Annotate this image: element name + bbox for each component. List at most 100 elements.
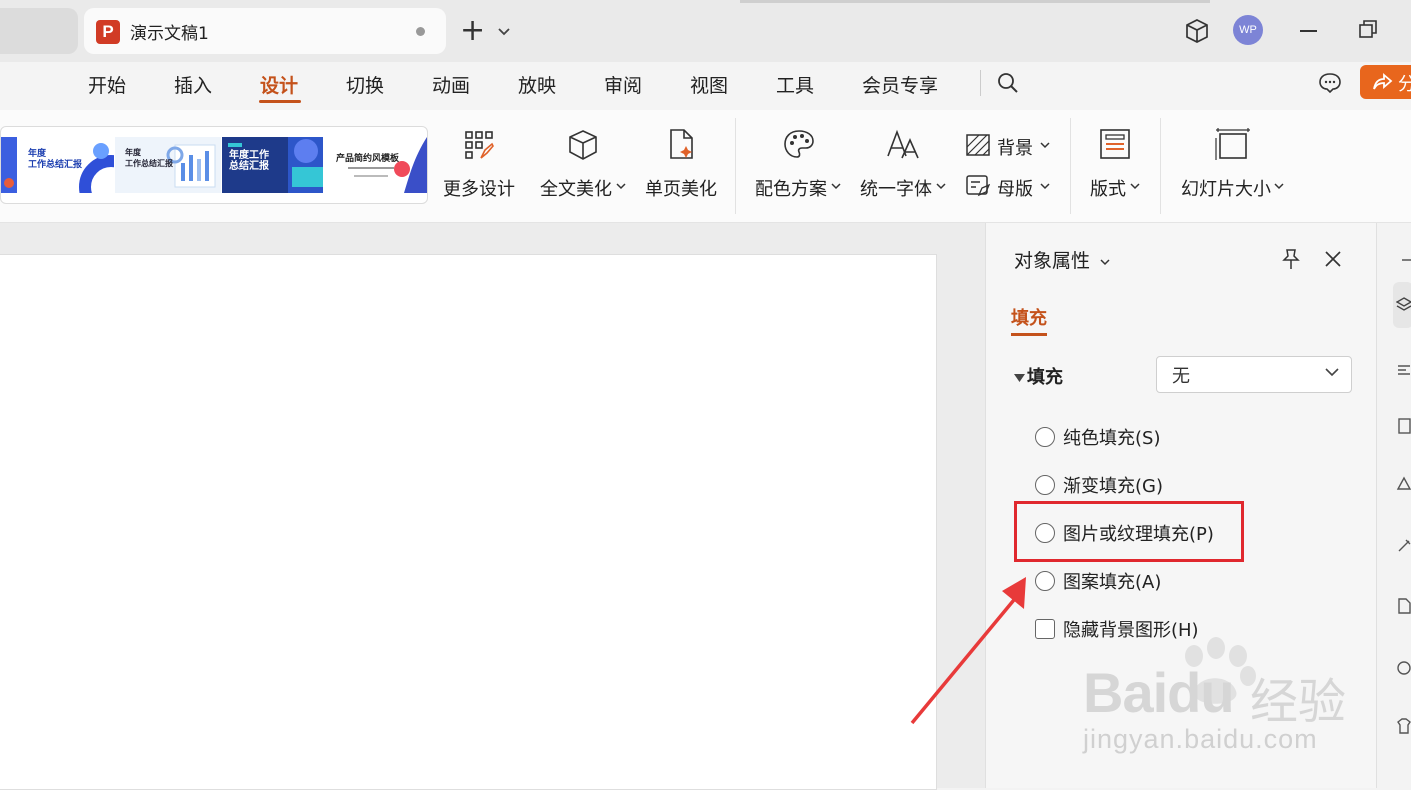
side-page-icon[interactable] xyxy=(1396,598,1411,614)
comment-icon[interactable] xyxy=(1318,72,1342,94)
menu-tools[interactable]: 工具 xyxy=(776,71,814,98)
menu-view[interactable]: 视图 xyxy=(690,71,728,98)
full-beautify-chevron-icon[interactable] xyxy=(616,182,626,190)
watermark-cn-text: 经验 xyxy=(1250,674,1347,730)
pattern-fill-label[interactable]: 图案填充(A) xyxy=(1063,568,1161,594)
unify-font-label[interactable]: 统一字体 xyxy=(860,175,932,201)
menu-slideshow[interactable]: 放映 xyxy=(518,71,556,98)
unsaved-dot-icon[interactable] xyxy=(416,27,425,36)
panel-title[interactable]: 对象属性 xyxy=(1014,246,1110,273)
radio-gradient-fill[interactable] xyxy=(1035,475,1055,495)
more-design-icon[interactable] xyxy=(463,129,495,161)
color-scheme-chevron-icon[interactable] xyxy=(831,182,841,190)
presentation-app-icon: P xyxy=(96,20,120,44)
background-chevron-icon[interactable] xyxy=(1040,141,1050,149)
solid-fill-label[interactable]: 纯色填充(S) xyxy=(1063,424,1160,450)
master-icon[interactable] xyxy=(966,175,990,197)
minimize-icon[interactable] xyxy=(1300,30,1317,32)
menu-animation[interactable]: 动画 xyxy=(432,71,470,98)
gradient-fill-label[interactable]: 渐变填充(G) xyxy=(1063,472,1163,498)
template-gallery: 年度 工作总结汇报 年度 工作总结汇报 年度工作 总结汇报 产品简约风模板 xyxy=(0,126,428,204)
more-design-label[interactable]: 更多设计 xyxy=(443,175,515,201)
select-chevron-down-icon xyxy=(1325,368,1339,377)
side-properties-icon[interactable] xyxy=(1396,297,1411,313)
fill-section-label: 填充 xyxy=(1027,367,1063,388)
single-beautify-label[interactable]: 单页美化 xyxy=(645,175,717,201)
panel-title-chevron-icon xyxy=(1100,258,1110,265)
template-2-line1: 年度 xyxy=(125,148,141,157)
menu-start[interactable]: 开始 xyxy=(88,71,126,98)
side-collapse-icon[interactable] xyxy=(1396,252,1411,268)
palette-icon[interactable] xyxy=(782,128,816,160)
menu-separator xyxy=(980,70,981,96)
template-thumb-4[interactable]: 产品简约风模板 xyxy=(324,137,427,193)
panel-title-label: 对象属性 xyxy=(1014,250,1091,272)
search-icon[interactable] xyxy=(996,71,1020,95)
user-avatar[interactable]: WP xyxy=(1233,15,1263,45)
fill-type-select-value: 无 xyxy=(1172,366,1190,387)
collapse-triangle-icon xyxy=(1014,374,1025,382)
full-beautify-icon[interactable] xyxy=(567,128,599,162)
template-thumb-3[interactable]: 年度工作 总结汇报 xyxy=(222,137,323,193)
slide-size-icon[interactable] xyxy=(1215,128,1251,162)
pin-icon[interactable] xyxy=(1281,248,1301,270)
side-clock-icon[interactable] xyxy=(1396,660,1411,676)
template-3-line1: 年度工作 xyxy=(229,150,269,161)
template-1-line2: 工作总结汇报 xyxy=(28,160,83,170)
share-button[interactable]: 分 xyxy=(1360,65,1411,99)
tab-fill-underline xyxy=(1011,333,1047,336)
background-label[interactable]: 背景 xyxy=(997,134,1033,160)
share-icon xyxy=(1373,73,1393,90)
side-doc-icon[interactable] xyxy=(1396,418,1411,434)
slide-size-label[interactable]: 幻灯片大小 xyxy=(1181,175,1271,201)
new-tab-plus-icon[interactable]: + xyxy=(460,14,485,48)
color-scheme-label[interactable]: 配色方案 xyxy=(755,175,827,201)
master-chevron-icon[interactable] xyxy=(1040,182,1050,190)
cube-icon[interactable] xyxy=(1184,18,1210,44)
template-4-line1: 产品简约风模板 xyxy=(336,154,400,164)
restore-window-icon[interactable] xyxy=(1358,19,1378,39)
radio-solid-fill[interactable] xyxy=(1035,427,1055,447)
master-label[interactable]: 母版 xyxy=(997,175,1033,201)
tab-fill[interactable]: 填充 xyxy=(1011,304,1047,330)
layout-label[interactable]: 版式 xyxy=(1090,175,1126,201)
share-button-label: 分 xyxy=(1398,74,1411,95)
side-style-icon[interactable] xyxy=(1396,362,1411,378)
single-beautify-icon[interactable] xyxy=(667,128,697,162)
template-art-4 xyxy=(348,137,427,193)
layout-chevron-icon[interactable] xyxy=(1130,182,1140,190)
title-shadow xyxy=(740,0,1210,3)
slide[interactable] xyxy=(0,254,937,790)
menu-insert[interactable]: 插入 xyxy=(174,71,212,98)
ribbon-separator-2 xyxy=(1070,118,1071,214)
menu-bar: 开始 插入 设计 切换 动画 放映 审阅 视图 工具 会员专享 xyxy=(0,62,1411,110)
slide-size-chevron-icon[interactable] xyxy=(1274,182,1284,190)
unify-font-chevron-icon[interactable] xyxy=(936,182,946,190)
font-icon[interactable] xyxy=(886,128,920,160)
highlight-annotation-box xyxy=(1014,501,1244,562)
ribbon-separator-3 xyxy=(1160,118,1161,214)
watermark-url: jingyan.baidu.com xyxy=(1083,724,1318,754)
side-magic-icon[interactable] xyxy=(1396,538,1411,554)
close-icon[interactable] xyxy=(1323,249,1343,269)
layout-icon[interactable] xyxy=(1099,128,1131,160)
side-shirt-icon[interactable] xyxy=(1396,718,1411,734)
previous-tab[interactable] xyxy=(0,8,78,54)
template-thumb-2[interactable]: 年度 工作总结汇报 xyxy=(115,137,221,193)
full-beautify-label[interactable]: 全文美化 xyxy=(540,175,612,201)
background-icon[interactable] xyxy=(966,134,990,156)
ribbon-separator-1 xyxy=(735,118,736,214)
watermark-brand-part2: du xyxy=(1167,661,1234,724)
new-tab-chevron-down-icon[interactable] xyxy=(497,25,511,39)
menu-transition[interactable]: 切换 xyxy=(346,71,384,98)
watermark-brand: Baidu xyxy=(1083,660,1235,725)
menu-design[interactable]: 设计 xyxy=(260,71,298,98)
template-3-line2: 总结汇报 xyxy=(229,161,269,172)
fill-section-header[interactable]: 填充 xyxy=(1014,363,1063,389)
side-shape-icon[interactable] xyxy=(1396,475,1411,491)
template-1-line1: 年度 xyxy=(28,149,47,159)
menu-review[interactable]: 审阅 xyxy=(604,71,642,98)
menu-member[interactable]: 会员专享 xyxy=(862,71,938,98)
template-2-line2: 工作总结汇报 xyxy=(125,159,173,168)
template-thumb-1[interactable]: 年度 工作总结汇报 xyxy=(1,137,143,203)
